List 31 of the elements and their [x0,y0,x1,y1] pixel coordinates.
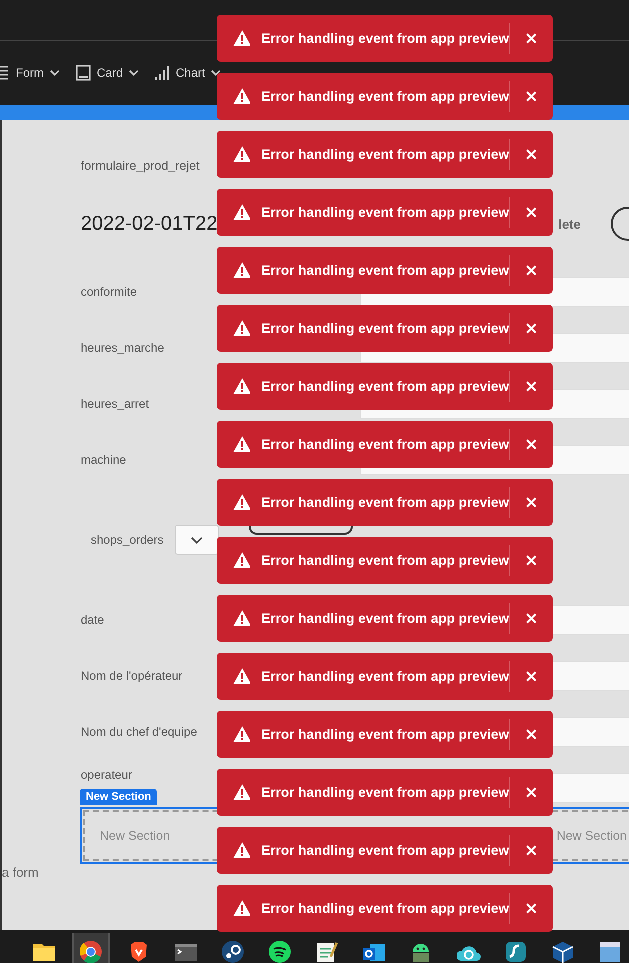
toast-message: Error handling event from app preview [262,321,510,336]
toast-message: Error handling event from app preview [262,785,510,800]
section-placeholder: New Section [556,828,627,842]
toast-message: Error handling event from app preview [262,669,510,684]
field-label: operateur [81,768,132,782]
toast-message: Error handling event from app preview [262,205,510,220]
record-title: 2022-02-01T22 [81,212,218,236]
toast-message: Error handling event from app preview [262,843,510,858]
section-placeholder: New Section [100,828,170,842]
toast-message: Error handling event from app preview [262,901,510,916]
toast-message: Error handling event from app preview [262,263,510,278]
toast-message: Error handling event from app preview [262,147,510,162]
section-tag: New Section [80,789,158,805]
field-label: machine [81,453,126,467]
field-label: Nom du chef d'equipe [81,725,198,739]
footer-text: a form [2,865,39,880]
field-label: Nom de l'opérateur [81,669,183,683]
toast-message: Error handling event from app preview [262,89,510,104]
field-label: date [81,613,104,627]
field-label: shops_orders [91,533,164,547]
field-label: conformite [81,285,138,299]
toast-message: Error handling event from app preview [262,437,510,452]
field-label: heures_arret [81,397,150,411]
toast-message: Error handling event from app preview [262,495,510,510]
toast-message: Error handling event from app preview [262,611,510,626]
toast-message: Error handling event from app preview [262,379,510,394]
toast-message: Error handling event from app preview [262,31,510,46]
toast-message: Error handling event from app preview [262,727,510,742]
toast-message: Error handling event from app preview [262,553,510,568]
breadcrumb: formulaire_prod_rejet [81,158,200,175]
field-label: heures_marche [81,341,164,355]
